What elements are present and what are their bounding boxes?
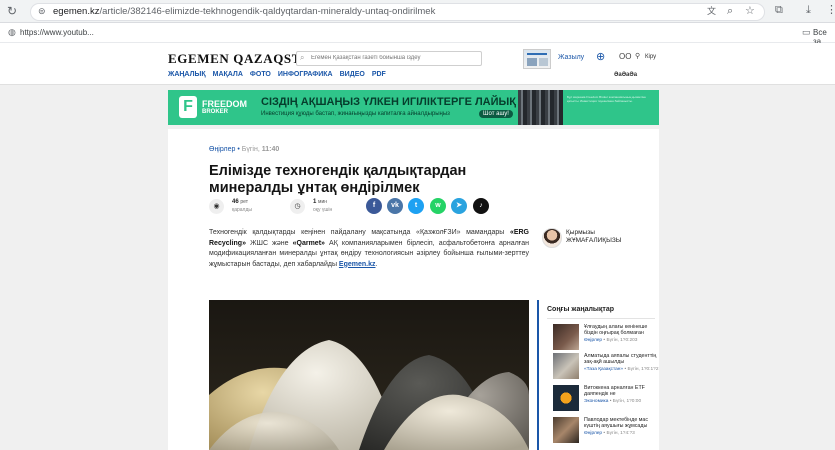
article-date: Бүгін,: [241, 146, 260, 153]
news-title[interactable]: Витоккена арналған ETF даяпендік не: [584, 385, 660, 398]
tiktok-share-icon[interactable]: ♪: [473, 198, 489, 214]
news-date: Бүгін, 1?0:203: [606, 338, 638, 343]
login-link[interactable]: Кіру: [645, 54, 656, 60]
translate-icon[interactable]: 文: [707, 7, 716, 16]
views-block: ◉ 46 рет қаралды: [209, 199, 269, 215]
lead-company-2: «Qarmet»: [292, 239, 325, 247]
user-icon[interactable]: ⚲: [635, 52, 640, 60]
news-category[interactable]: Экономика: [584, 399, 608, 404]
news-category[interactable]: Өңірлер: [584, 431, 602, 436]
bookmark-youtube[interactable]: https://www.youtub...: [20, 28, 94, 37]
panel-divider: [547, 318, 655, 319]
banner-headline: СІЗДІҢ АҚШАҢЫЗ ҮЛКЕН ИГІЛІКТЕРГЕ ЛАЙЫҚ: [261, 96, 517, 108]
read-unit: мин: [318, 199, 328, 205]
zoom-icon[interactable]: ⌕: [727, 6, 733, 17]
site-header: EGEMEN QAZAQSTAN ⌕ Жазылу ⊕ ОО ⚲ Кіру Әа…: [0, 43, 835, 85]
bookmark-bar: ◍ https://www.youtub... ▭ Все за: [0, 23, 835, 46]
downloads-icon[interactable]: ⤓: [806, 5, 811, 16]
lead-text-2: ЖШС және: [245, 239, 293, 247]
read-label: оқу үшін: [313, 207, 333, 213]
article-time: 11:40: [261, 146, 280, 153]
nav-articles[interactable]: МАҚАЛА: [213, 71, 243, 78]
article-meta-line: Өңірлер • Бүгін, 11:40: [209, 146, 280, 153]
latest-news-title: Соңғы жаңалықтар: [547, 306, 614, 313]
subscribe-link[interactable]: Жазылу: [558, 54, 584, 61]
lead-text-1: Техногендік қалдықтарды кеңінен пайдалан…: [209, 229, 510, 236]
news-item[interactable]: Ұлғаудың алағы кенінеше біздін оңғырақ б…: [553, 324, 661, 356]
folder-icon: ▭: [802, 27, 811, 37]
accessibility-icon[interactable]: ОО: [619, 52, 631, 61]
news-category[interactable]: Өңірлер: [584, 338, 602, 343]
author-avatar[interactable]: [542, 228, 562, 248]
search-icon: ⌕: [300, 53, 305, 62]
news-date: Бүгін, 1?4:?3: [606, 431, 635, 436]
news-item[interactable]: Павлодар мектебінде мас күштің аяушығы ж…: [553, 417, 661, 449]
article-lead: Техногендік қалдықтарды кеңінен пайдалан…: [209, 228, 529, 270]
site-search[interactable]: ⌕: [296, 51, 482, 66]
mineral-powder-piles-image: [209, 300, 529, 450]
facebook-share-icon[interactable]: f: [366, 198, 382, 214]
bookmark-star-icon[interactable]: ☆: [745, 6, 755, 17]
latest-news-panel: Соңғы жаңалықтар Ұлғаудың алағы кенінеше…: [537, 300, 659, 450]
site-info-icon[interactable]: ⊜: [38, 7, 46, 16]
author-name[interactable]: Қырмызы ЖҰМАҒАЛИҚЫЗЫ: [566, 229, 646, 245]
banner-brand-line2: BROKER: [202, 109, 229, 115]
news-title[interactable]: Павлодар мектебінде мас күштің аяушығы ж…: [584, 417, 660, 430]
news-date: Бүгін, 1?0:00: [612, 399, 642, 404]
extensions-icon[interactable]: ⧉: [775, 5, 783, 16]
main-nav: ЖАҢАЛЫҚ МАҚАЛА ФОТО ИНФОГРАФИКА ВИДЕО PDF: [168, 71, 393, 78]
newspaper-thumbnail[interactable]: [523, 49, 551, 69]
views-unit: рет: [240, 199, 249, 205]
ad-banner[interactable]: F FREEDOM BROKER СІЗДІҢ АҚШАҢЫЗ ҮЛКЕН ИГ…: [168, 90, 659, 125]
url-domain: egemen.kz: [53, 6, 100, 17]
menu-icon[interactable]: ⋮: [826, 5, 835, 16]
news-thumbnail: [553, 353, 579, 379]
freedom-logo-icon: F: [179, 96, 197, 118]
news-item[interactable]: Витоккена арналған ETF даяпендік не Экон…: [553, 385, 661, 417]
nav-photo[interactable]: ФОТО: [250, 71, 271, 78]
news-category[interactable]: «Таза Қазақстан»: [584, 367, 623, 372]
search-input[interactable]: [311, 55, 479, 61]
browser-toolbar: ↻ ⊜ egemen.kz/article/382146-elimizde-te…: [0, 0, 835, 23]
url-path: /article/382146-elimizde-tekhnogendik-qa…: [99, 6, 436, 17]
banner-cta-button[interactable]: Шот ашу!: [479, 110, 513, 118]
article-category[interactable]: Өңірлер: [209, 146, 235, 153]
news-item[interactable]: Алматыда аяпалы студенттің зақ-ақй ашылд…: [553, 353, 661, 385]
telegram-share-icon[interactable]: ➤: [451, 198, 467, 214]
eye-icon: ◉: [209, 199, 224, 214]
twitter-share-icon[interactable]: t: [408, 198, 424, 214]
read-count: 1: [313, 199, 317, 205]
article-hero-image: [209, 300, 529, 450]
language-switcher[interactable]: ӘаӘаӘа: [614, 72, 637, 78]
globe-icon: ◍: [8, 27, 16, 37]
banner-subline: Инвестиция құюды бастап, жинағыңызды кап…: [261, 111, 450, 117]
location-icon[interactable]: ⊕: [596, 50, 605, 63]
banner-brand-line1: FREEDOM: [202, 99, 247, 109]
read-time-block: ◷ 1 мин оқу үшін: [290, 199, 350, 215]
lead-source-link[interactable]: Egemen.kz: [339, 261, 376, 268]
clock-icon: ◷: [290, 199, 305, 214]
whatsapp-share-icon[interactable]: w: [430, 198, 446, 214]
news-title[interactable]: Ұлғаудың алағы кенінеше біздін оңғырақ б…: [584, 324, 660, 337]
nav-news[interactable]: ЖАҢАЛЫҚ: [168, 71, 206, 78]
news-date: Бүгін, 1?0:1?2: [627, 367, 659, 372]
nav-pdf[interactable]: PDF: [372, 71, 386, 78]
nav-video[interactable]: ВИДЕО: [340, 71, 365, 78]
banner-city-image: [518, 90, 563, 125]
views-label: қаралды: [232, 207, 252, 213]
article-title: Елімізде техногендік қалдықтардан минера…: [209, 163, 467, 196]
banner-fineprint: Бұл жарнама Freedom Broker компаниясының…: [567, 95, 646, 103]
nav-infographics[interactable]: ИНФОГРАФИКА: [278, 71, 333, 78]
news-thumbnail: [553, 385, 579, 411]
reload-icon[interactable]: ↻: [7, 5, 17, 17]
address-bar[interactable]: ⊜ egemen.kz/article/382146-elimizde-tekh…: [30, 3, 765, 21]
news-thumbnail: [553, 324, 579, 350]
views-count: 46: [232, 199, 239, 205]
vk-share-icon[interactable]: vk: [387, 198, 403, 214]
news-title[interactable]: Алматыда аяпалы студенттің зақ-ақй ашылд…: [584, 353, 660, 366]
news-thumbnail: [553, 417, 579, 443]
lead-text-end: .: [375, 260, 378, 268]
